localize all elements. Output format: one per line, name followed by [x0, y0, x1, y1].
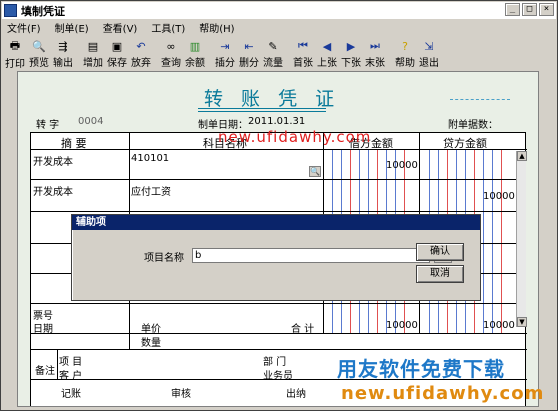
first-voucher-button[interactable]: ⏮ 首张	[291, 37, 315, 69]
dialog-title: 辅助项	[72, 215, 480, 230]
next-voucher-button[interactable]: ▶ 下张	[339, 37, 363, 70]
next-icon: ▶	[346, 39, 356, 53]
save-icon: ▣	[111, 39, 123, 53]
total-debit: 10000	[386, 320, 418, 331]
voucher-type: 转 字	[36, 120, 60, 131]
binoculars-icon: ∞	[166, 39, 176, 53]
export-icon: ⇶	[58, 39, 68, 53]
project-name-label: 项目名称	[144, 253, 184, 264]
cash-flow-button[interactable]: ✎ 流量	[261, 37, 285, 70]
title-underline-2	[198, 111, 326, 112]
delete-split-button[interactable]: ⇤ 删分	[237, 37, 261, 70]
watermark-text: new.ufidawhy.com	[218, 128, 372, 146]
menu-help[interactable]: 帮助(H)	[199, 20, 234, 35]
row2-account[interactable]: 应付工资	[131, 183, 171, 198]
bookkeep-label: 记账	[61, 389, 81, 400]
scroll-up-icon[interactable]: ▲	[517, 151, 527, 161]
insert-split-button[interactable]: ⇥ 插分	[213, 37, 237, 70]
help-button[interactable]: ? 帮助	[393, 37, 417, 70]
menu-edit[interactable]: 制单(E)	[55, 20, 89, 35]
preview-icon: 🔍	[32, 39, 46, 53]
export-button[interactable]: ⇶ 输出	[51, 37, 75, 70]
voucher-date[interactable]: 2011.01.31	[248, 116, 305, 127]
ok-button[interactable]: 确认	[416, 243, 464, 261]
menu-tools[interactable]: 工具(T)	[151, 20, 185, 35]
row2-summary[interactable]: 开发成本	[33, 183, 73, 198]
printer-icon: 🖶	[9, 39, 21, 52]
query-button[interactable]: ∞ 查询	[159, 37, 183, 70]
row1-lookup-icon[interactable]: 🔍	[309, 166, 321, 177]
discard-button[interactable]: ↶ 放弃	[129, 37, 153, 70]
remark-label: 备注	[35, 366, 55, 377]
close-button[interactable]: ×	[539, 3, 554, 16]
row1-account[interactable]: 410101	[131, 153, 169, 164]
brand-logo-text: 用友软件免费下载	[337, 357, 505, 381]
attachment-box	[450, 90, 510, 100]
scroll-down-icon[interactable]: ▼	[517, 317, 527, 327]
menu-file[interactable]: 文件(F)	[7, 20, 41, 35]
preview-button[interactable]: 🔍 预览	[27, 37, 51, 70]
department-label: 部 门	[263, 357, 287, 368]
help-icon: ?	[402, 39, 408, 53]
print-button[interactable]: 🖶 打印	[3, 37, 27, 70]
flow-icon: ✎	[268, 39, 278, 53]
balance-chart-icon: ▥	[189, 39, 201, 53]
app-icon	[4, 4, 17, 17]
exit-button[interactable]: ⇲ 退出	[417, 37, 441, 70]
last-voucher-button[interactable]: ⏭ 末张	[363, 37, 387, 69]
voucher-title: 转 账 凭 证	[204, 88, 341, 110]
minimize-button[interactable]: _	[505, 3, 520, 16]
exit-icon: ⇲	[424, 39, 434, 53]
prev-voucher-button[interactable]: ◀ 上张	[315, 37, 339, 70]
add-button[interactable]: ▤ 增加	[81, 37, 105, 70]
voucher-number: 0004	[78, 116, 104, 127]
balance-button[interactable]: ▥ 余额	[183, 37, 207, 70]
maximize-button[interactable]: □	[522, 3, 537, 16]
total-label: 合 计	[291, 324, 315, 335]
auxiliary-dialog: 辅助项 项目名称 b 🔍 确认 取消	[71, 214, 481, 301]
add-icon: ▤	[87, 39, 99, 53]
project-label: 项 目	[59, 357, 83, 368]
save-button[interactable]: ▣ 保存	[105, 37, 129, 70]
bill-date-label: 日期	[33, 324, 53, 335]
window-title: 填制凭证	[21, 4, 65, 18]
title-underline	[198, 108, 326, 109]
toolbar: 🖶 打印 🔍 预览 ⇶ 输出 ▤ 增加 ▣ 保存 ↶ 放弃 ∞ 查询 ▥ 余额 ⇥ 插分 ⇤ 删分 …	[3, 37, 555, 70]
total-credit: 10000	[483, 320, 515, 331]
menu-view[interactable]: 查看(V)	[103, 20, 138, 35]
cancel-button[interactable]: 取消	[416, 265, 464, 283]
row2-credit[interactable]: 10000	[483, 191, 515, 202]
last-icon: ⏭	[370, 39, 380, 52]
delete-row-icon: ⇤	[244, 39, 254, 53]
undo-icon: ↶	[136, 39, 146, 53]
vertical-scrollbar[interactable]: ▲ ▼	[516, 151, 527, 327]
prev-icon: ◀	[322, 39, 332, 53]
row1-debit[interactable]: 10000	[386, 160, 418, 171]
audit-label: 审核	[171, 389, 191, 400]
menu-bar: 文件(F) 制单(E) 查看(V) 工具(T) 帮助(H)	[3, 20, 235, 35]
row1-summary[interactable]: 开发成本	[33, 153, 73, 168]
brand-url: new.ufidawhy.com	[341, 383, 545, 404]
unit-price-label: 单价	[141, 324, 161, 335]
insert-row-icon: ⇥	[220, 39, 230, 53]
first-icon: ⏮	[298, 39, 308, 52]
attachment-label: 附单据数：	[448, 120, 498, 131]
project-name-input[interactable]: b	[192, 248, 430, 263]
voucher-window: 填制凭证 _ □ × 文件(F) 制单(E) 查看(V) 工具(T) 帮助(H)…	[0, 0, 558, 411]
title-bar: 填制凭证 _ □ ×	[2, 2, 556, 19]
quantity-label: 数量	[141, 338, 161, 349]
cashier-label: 出纳	[286, 389, 306, 400]
